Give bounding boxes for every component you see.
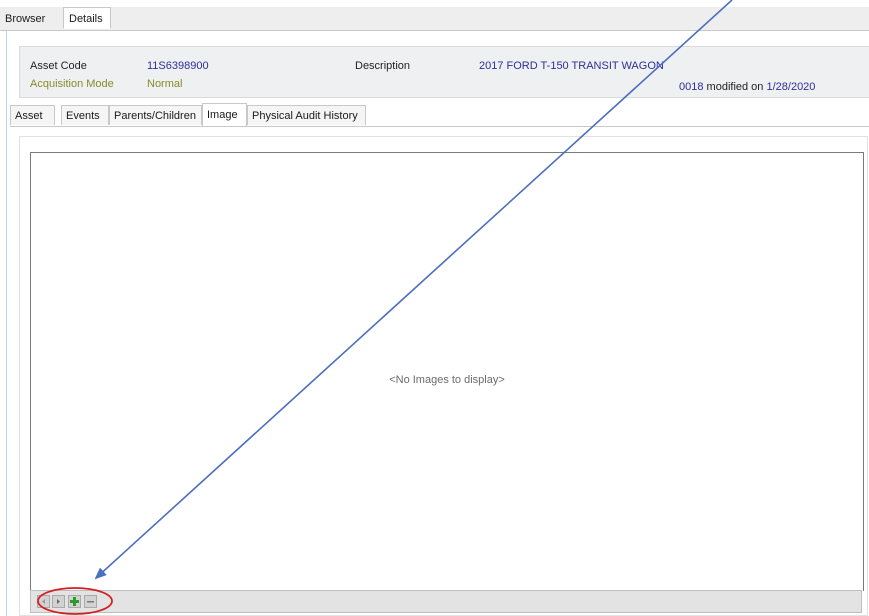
record-id: 0018 [679,81,704,93]
tab-browser[interactable]: Browser [0,9,50,29]
description-value: 2017 FORD T-150 TRANSIT WAGON [479,60,664,72]
description-label: Description [355,60,411,72]
image-toolbar [30,590,862,613]
tab-events[interactable]: Events [61,105,109,125]
top-tab-strip: Browser Details [0,7,869,31]
plus-icon [70,597,79,606]
tab-image[interactable]: Image [202,103,247,126]
tab-asset[interactable]: Asset [10,105,55,125]
next-image-button[interactable] [52,595,65,608]
tab-physical-audit-history[interactable]: Physical Audit History [247,105,366,125]
image-viewer: <No Images to display> [30,152,864,591]
modified-date: 1/28/2020 [766,81,816,93]
add-image-button[interactable] [68,595,81,608]
asset-code-label: Asset Code [30,60,87,72]
sub-tab-strip: Asset Events Parents/Children Image Phys… [10,103,869,127]
left-edge-line [6,30,7,616]
chevron-left-icon [42,599,45,604]
remove-image-button[interactable] [84,595,97,608]
tab-details[interactable]: Details [63,7,111,29]
acquisition-mode-value: Normal [147,78,183,90]
previous-image-button[interactable] [37,595,50,608]
asset-code-value: 11S6398900 [147,60,209,72]
acquisition-mode-label: Acquisition Mode [30,78,114,90]
modified-info: 0018 modified on 1/28/2020 [679,81,815,93]
asset-header-panel: Asset Code 11S6398900 Description 2017 F… [19,46,869,98]
tab-parents-children[interactable]: Parents/Children [109,105,202,125]
chevron-right-icon [57,599,60,604]
minus-icon [87,601,94,603]
no-images-message: <No Images to display> [389,374,505,386]
modified-on-label: modified on [706,81,764,93]
